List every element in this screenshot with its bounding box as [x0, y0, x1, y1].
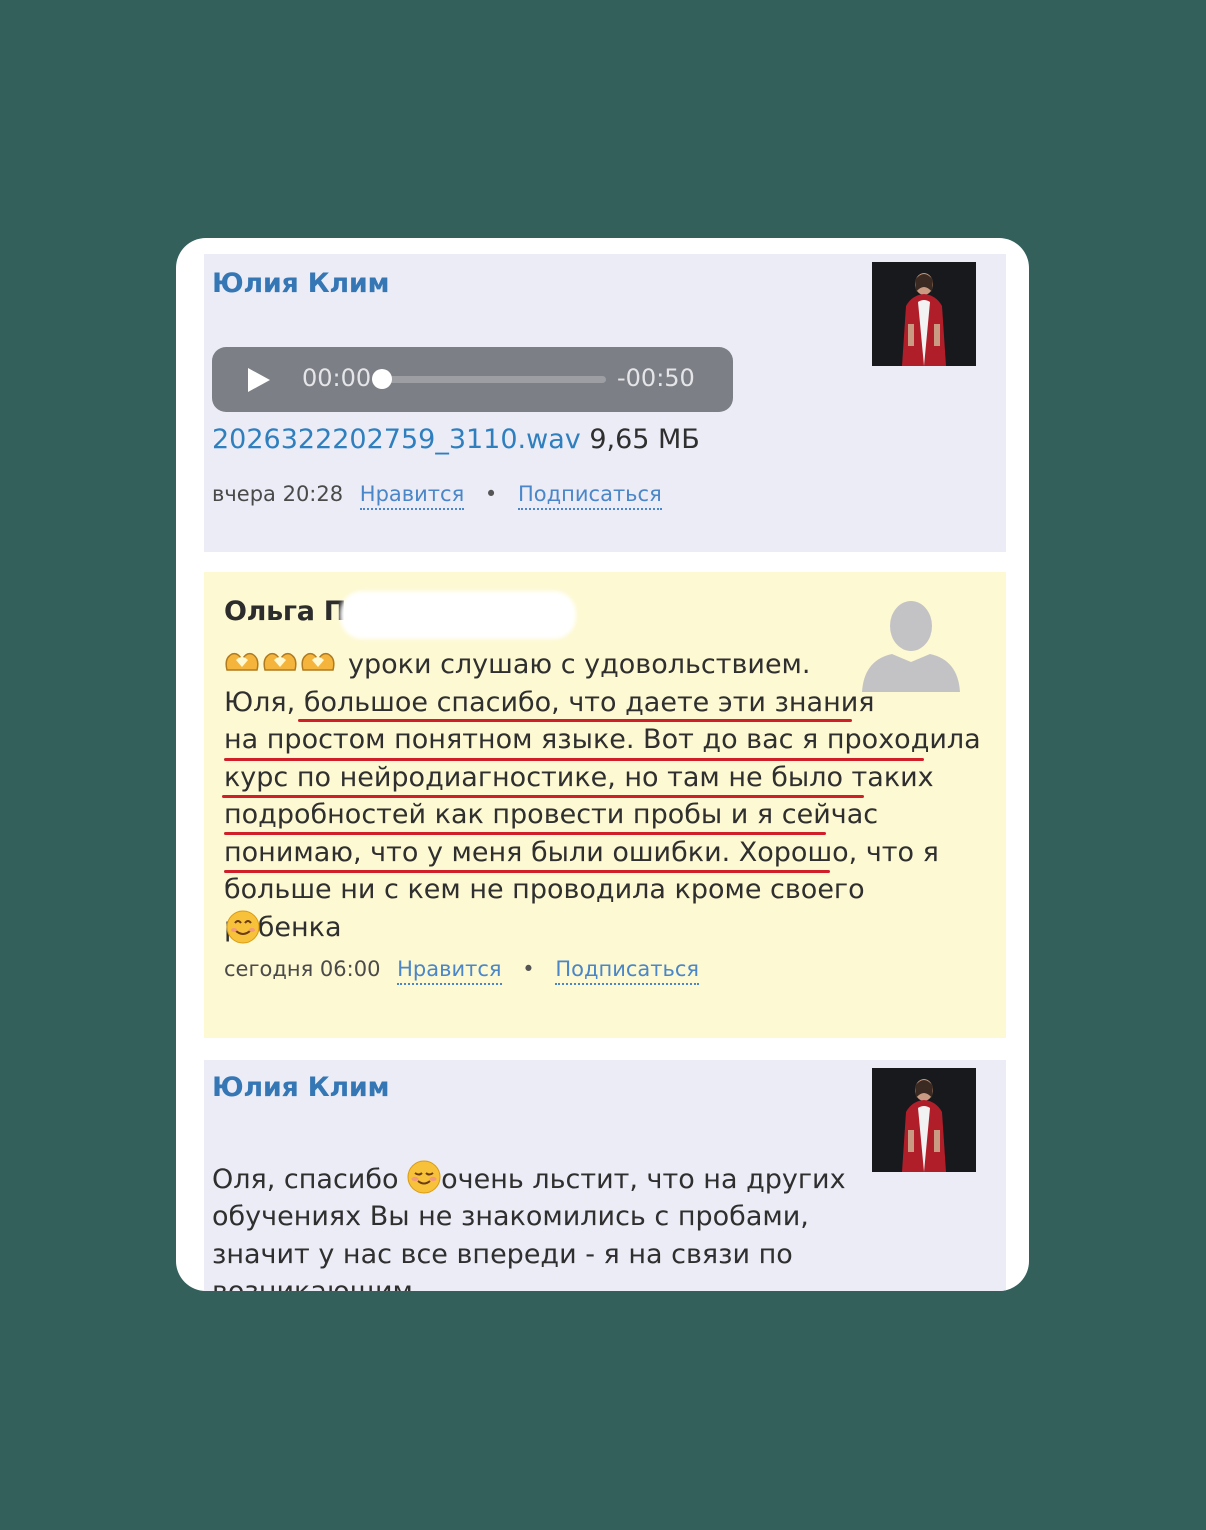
- comment-text-block: Оля, спасибо очень льстит, что на других…: [212, 1122, 1002, 1291]
- play-icon[interactable]: [246, 368, 270, 392]
- like-link[interactable]: Нравится: [397, 957, 502, 985]
- highlight-underline: [222, 795, 864, 798]
- comment-time: сегодня 06:00: [224, 957, 381, 981]
- highlight-underline: [224, 870, 830, 873]
- audio-remaining-time: -00:50: [617, 364, 695, 392]
- like-link[interactable]: Нравится: [359, 482, 465, 510]
- comment-text-start: Оля, спасибо: [212, 1163, 408, 1195]
- comment-author[interactable]: Ольга П: [224, 596, 346, 627]
- separator-dot: •: [522, 957, 535, 981]
- relieved-smile-emoji: [407, 1160, 441, 1193]
- comment-3: Юлия Клим Оля, спасибо очень льстит, что…: [204, 1060, 1006, 1291]
- comment-1: Юлия Клим 00:00 -00:50 2026322202759_311: [204, 254, 1006, 552]
- audio-progress-track[interactable]: [382, 376, 606, 383]
- separator-dot: •: [484, 482, 498, 506]
- smiling-face-emoji: [226, 910, 260, 944]
- highlight-underline: [298, 719, 852, 722]
- highlight-underline: [224, 832, 826, 835]
- highlight-underline: [224, 758, 924, 761]
- comment-author[interactable]: Юлия Клим: [212, 1072, 390, 1103]
- redacted-name-blur: [340, 591, 576, 639]
- comment-meta: вчера 20:28 Нравится • Подписаться: [212, 482, 662, 510]
- audio-file-size: 9,65 МБ: [589, 424, 700, 455]
- comment-meta: сегодня 06:00 Нравится • Подписаться: [224, 957, 700, 985]
- subscribe-link[interactable]: Подписаться: [518, 482, 662, 510]
- author-avatar[interactable]: [872, 262, 976, 366]
- comments-card: Юлия Клим 00:00 -00:50 2026322202759_311: [176, 238, 1029, 1291]
- audio-file-info: 2026322202759_3110.wav 9,65 МБ: [212, 424, 700, 455]
- audio-progress-knob[interactable]: [372, 369, 392, 389]
- audio-player[interactable]: 00:00 -00:50: [212, 347, 733, 412]
- comment-time: вчера 20:28: [212, 482, 344, 506]
- audio-file-link[interactable]: 2026322202759_3110.wav: [212, 424, 581, 455]
- author-photo-icon: [872, 262, 976, 366]
- comment-2: Ольга П уроки слушаю с удовольствием. Юл…: [204, 572, 1006, 1038]
- audio-current-time: 00:00: [302, 364, 372, 392]
- comment-author[interactable]: Юлия Клим: [212, 268, 390, 299]
- subscribe-link[interactable]: Подписаться: [555, 957, 700, 985]
